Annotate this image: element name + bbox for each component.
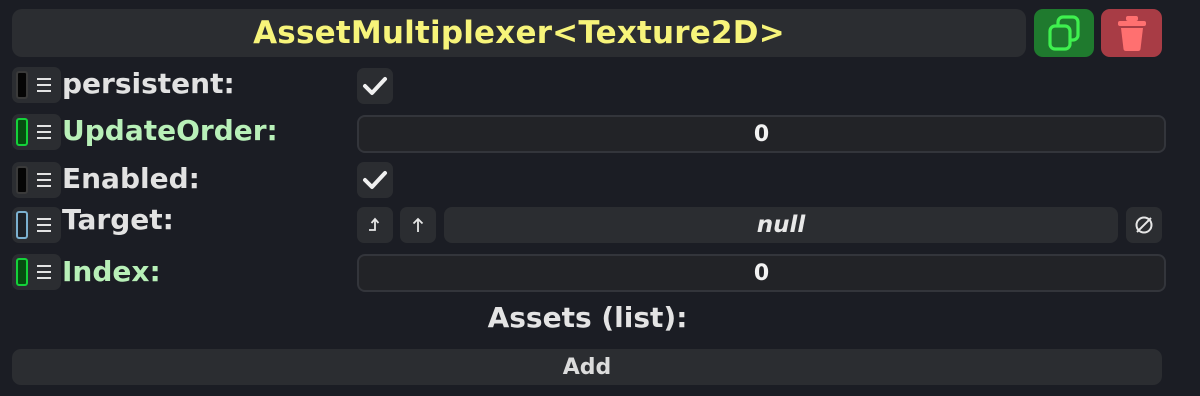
duplicate-button[interactable] (1034, 9, 1094, 57)
component-header: AssetMultiplexer<Texture2D> (12, 9, 1026, 57)
field-label-update-order: UpdateOrder: (62, 114, 278, 147)
assets-list-label: Assets (list): (487, 301, 688, 334)
drag-handle[interactable] (12, 114, 61, 150)
update-order-input[interactable]: 0 (357, 115, 1166, 153)
drag-handle[interactable] (12, 162, 61, 198)
persistent-checkbox[interactable] (357, 68, 393, 104)
field-indicator (16, 211, 28, 239)
clear-null-icon (1135, 216, 1153, 234)
jump-to-button[interactable] (357, 207, 393, 243)
copy-icon (1048, 15, 1080, 51)
hamburger-icon (37, 173, 51, 187)
drag-handle[interactable] (12, 207, 61, 243)
hamburger-icon (37, 125, 51, 139)
up-arrow-icon (412, 217, 424, 232)
index-input[interactable]: 0 (357, 254, 1166, 292)
drag-handle[interactable] (12, 254, 61, 290)
drag-handle[interactable] (12, 67, 61, 103)
field-indicator (16, 71, 28, 99)
field-label-target: Target: (62, 203, 174, 236)
target-reference-field[interactable]: null (444, 207, 1118, 243)
field-label-enabled: Enabled: (62, 162, 200, 195)
field-label-persistent: persistent: (62, 67, 235, 100)
field-label-index: Index: (62, 255, 161, 288)
hamburger-icon (37, 265, 51, 279)
select-parent-button[interactable] (400, 207, 436, 243)
field-indicator (16, 258, 28, 286)
trash-icon (1117, 16, 1146, 51)
hamburger-icon (37, 218, 51, 232)
field-indicator (16, 118, 28, 146)
hamburger-icon (37, 78, 51, 92)
checkmark-icon (363, 171, 387, 189)
clear-reference-button[interactable] (1126, 207, 1162, 243)
delete-button[interactable] (1101, 9, 1162, 57)
field-indicator (16, 166, 28, 194)
jump-to-icon (369, 217, 380, 231)
add-asset-button[interactable]: Add (12, 349, 1162, 385)
enabled-checkbox[interactable] (357, 162, 393, 198)
component-title: AssetMultiplexer<Texture2D> (253, 15, 785, 51)
checkmark-icon (363, 77, 387, 95)
